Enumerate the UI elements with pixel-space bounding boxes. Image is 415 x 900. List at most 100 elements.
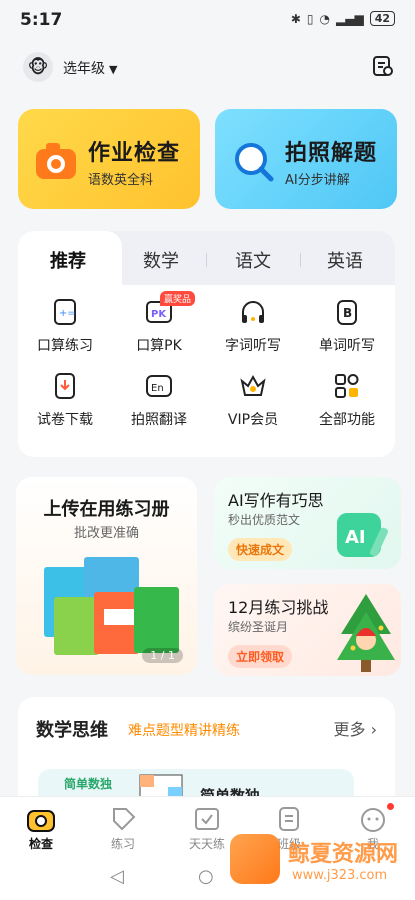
camera-icon — [36, 143, 76, 179]
nav-class[interactable]: 班级 — [254, 805, 324, 852]
more-link[interactable]: 更多 › — [333, 716, 377, 740]
nav-label: 天天练 — [188, 837, 225, 851]
download-doc-icon — [55, 373, 75, 399]
nav-label: 练习 — [110, 837, 135, 851]
tool-all-functions[interactable]: 全部功能 — [300, 371, 394, 429]
tab-math[interactable]: 数学 — [143, 247, 179, 273]
svg-text:PK: PK — [151, 309, 167, 320]
tool-label: 字词听写 — [225, 338, 281, 354]
notification-dot — [387, 803, 394, 810]
photo-solve-card[interactable]: 拍照解题 AI分步讲解 — [215, 109, 397, 209]
photo-solve-subtitle: AI分步讲解 — [285, 173, 350, 188]
svg-text:B: B — [343, 306, 352, 320]
upload-workbook-card[interactable]: 上传在用练习册 批改更准确 1 / 1 — [16, 477, 197, 675]
letter-b-icon: B — [337, 300, 357, 325]
tab-divider — [300, 253, 301, 267]
ai-writing-title: AI写作有巧思 — [228, 491, 324, 510]
challenge-title: 12月练习挑战 — [228, 598, 329, 617]
tool-label: 全部功能 — [319, 412, 375, 428]
tool-oral-pk[interactable]: 赢奖品 PK 口算PK — [112, 291, 206, 355]
tool-label: 口算练习 — [37, 338, 93, 354]
oral-calc-icon: += — [54, 299, 76, 325]
homework-check-subtitle: 语数英全科 — [88, 173, 154, 188]
svg-text:AI: AI — [345, 527, 366, 548]
scan-history-icon[interactable] — [371, 54, 395, 78]
home-icon[interactable]: ○ — [198, 866, 214, 887]
tag-icon — [113, 808, 136, 831]
tool-label: 口算PK — [136, 338, 182, 354]
bottom-nav: 检查 练习 天天练 班级 我 — [0, 796, 415, 855]
workbooks-illustration — [44, 557, 179, 655]
upload-workbook-subtitle: 批改更准确 — [73, 526, 139, 541]
homework-check-title: 作业检查 — [88, 141, 181, 166]
bluetooth-icon: ✱ — [290, 11, 301, 26]
tool-oral-practice[interactable]: += 口算练习 — [18, 297, 112, 355]
vip-crown-icon — [240, 374, 266, 396]
math-section-title: 数学思维 — [36, 720, 108, 741]
headphones-icon — [242, 301, 264, 323]
tool-label: 拍照翻译 — [131, 412, 187, 428]
claim-now-button[interactable]: 立即领取 — [228, 645, 293, 668]
grid-apps-icon — [335, 374, 359, 398]
tool-photo-translate[interactable]: En 拍照翻译 — [112, 371, 206, 429]
carousel-pager: 1 / 1 — [142, 648, 183, 663]
tab-chinese[interactable]: 语文 — [235, 247, 271, 273]
tool-label: 单词听写 — [319, 338, 375, 354]
prize-badge: 赢奖品 — [160, 291, 196, 306]
subject-tabs: 推荐 数学 语文 英语 — [18, 231, 395, 287]
tool-label: VIP会员 — [227, 412, 279, 428]
tool-english-dictation[interactable]: B 单词听写 — [300, 297, 394, 355]
quick-write-button[interactable]: 快速成文 — [228, 538, 293, 561]
caret-down-icon: ▼ — [109, 63, 118, 76]
tool-label: 试卷下载 — [37, 412, 93, 428]
ai-pen-icon: AI — [337, 513, 388, 557]
ai-writing-card[interactable]: AI写作有巧思 秒出优质范文 快速成文 AI — [214, 477, 401, 569]
system-nav-bar: ◁ ○ — [0, 854, 415, 900]
checkmark-book-icon — [195, 808, 219, 830]
homework-check-card[interactable]: 作业检查 语数英全科 — [18, 109, 200, 209]
svg-text:En: En — [151, 383, 164, 394]
nav-check[interactable]: 检查 — [6, 805, 76, 852]
more-label: 更多 — [333, 720, 366, 739]
photo-solve-title: 拍照解题 — [285, 141, 378, 166]
back-icon[interactable]: ◁ — [110, 866, 124, 887]
tab-recommend[interactable]: 推荐 — [50, 247, 86, 273]
christmas-tree-icon — [337, 594, 395, 672]
upload-workbook-title: 上传在用练习册 — [43, 499, 170, 520]
status-time: 5:17 — [20, 10, 63, 30]
svg-text:+=: += — [59, 308, 76, 319]
wifi-icon: ◔ — [319, 11, 330, 26]
nav-label: 我 — [366, 837, 379, 851]
tool-word-dictation[interactable]: 字词听写 — [206, 297, 300, 355]
ai-writing-subtitle: 秒出优质范文 — [228, 513, 301, 527]
top-bar: 🐵 选年级 ▼ — [0, 48, 415, 88]
tools-panel: 推荐 数学 语文 英语 += 口算练习 赢奖品 PK 口算PK 字词听写 B 单… — [18, 231, 395, 457]
challenge-subtitle: 缤纷圣诞月 — [228, 620, 289, 634]
nav-label: 检查 — [28, 837, 53, 851]
tab-divider — [206, 253, 207, 267]
chevron-right-icon: › — [370, 720, 377, 739]
translate-icon: En — [146, 375, 172, 397]
nav-practice[interactable]: 练习 — [88, 805, 158, 852]
magnifier-icon — [235, 143, 274, 182]
camera-icon — [27, 810, 55, 832]
tool-paper-download[interactable]: 试卷下载 — [18, 371, 112, 429]
grade-selector[interactable]: 选年级 ▼ — [63, 58, 117, 78]
challenge-card[interactable]: 12月练习挑战 缤纷圣诞月 立即领取 — [214, 584, 401, 676]
nav-label: 班级 — [276, 837, 301, 851]
status-icons: ✱ ▯ ◔ ▂▄▆ 42 — [291, 11, 395, 26]
class-list-icon — [279, 807, 299, 831]
tab-english[interactable]: 英语 — [327, 247, 363, 273]
status-bar: 5:17 ✱ ▯ ◔ ▂▄▆ 42 — [0, 0, 415, 40]
math-section-subtitle: 难点题型精讲精练 — [128, 723, 240, 739]
mascot-face-icon — [361, 808, 385, 832]
sudoku-card-label: 简单数独 — [64, 777, 113, 791]
nav-daily[interactable]: 天天练 — [172, 805, 242, 852]
grade-label: 选年级 — [63, 61, 105, 77]
battery-indicator: 42 — [369, 11, 395, 26]
vibrate-icon: ▯ — [306, 11, 314, 26]
avatar[interactable]: 🐵 — [23, 52, 53, 82]
signal-icon: ▂▄▆ — [336, 11, 364, 26]
tool-vip[interactable]: VIP会员 — [206, 371, 300, 429]
nav-me[interactable]: 我 — [338, 803, 408, 852]
